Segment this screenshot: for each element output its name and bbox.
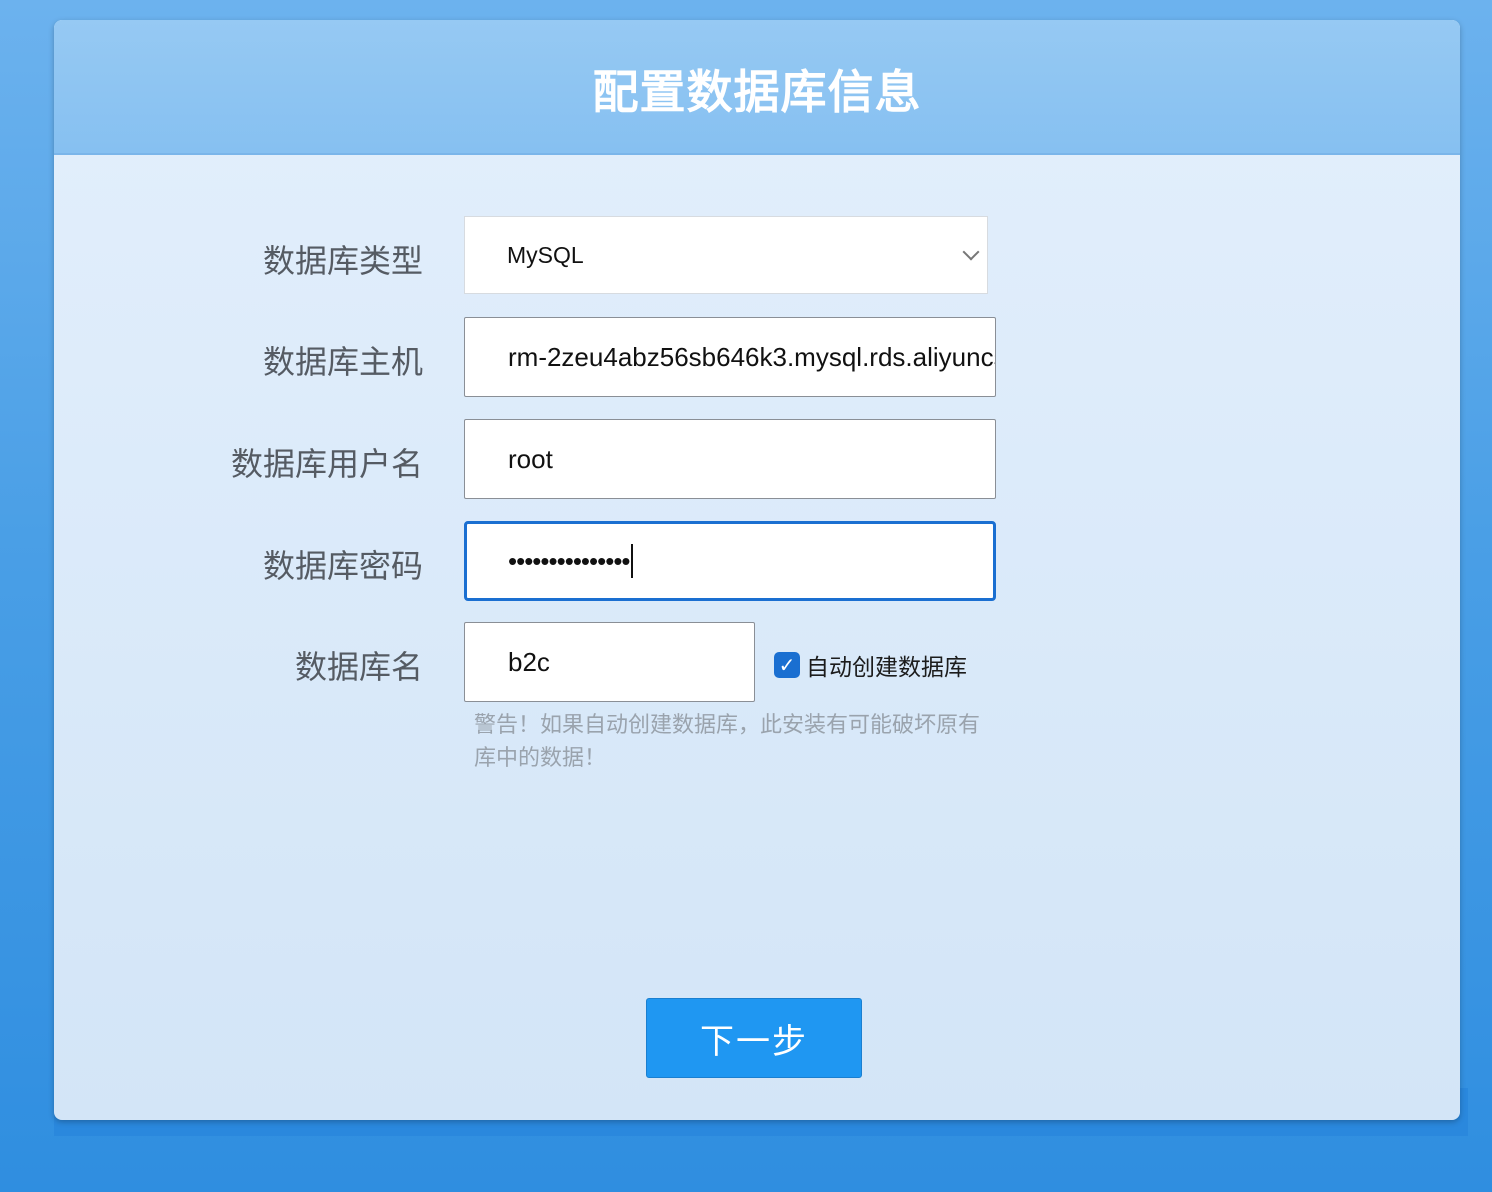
- page-background: { "header": { "title": "配置数据库信息" }, "for…: [0, 0, 1492, 1192]
- chevron-down-icon: [962, 243, 980, 261]
- db-name-value: b2c: [508, 646, 550, 677]
- text-caret: [630, 544, 633, 578]
- db-name-input[interactable]: b2c: [464, 622, 755, 702]
- checkmark-icon: ✓: [778, 653, 796, 677]
- auto-create-checkbox[interactable]: ✓: [774, 652, 800, 678]
- warning-text: 警告！如果自动创建数据库，此安装有可能破坏原有库中的数据！: [474, 713, 981, 771]
- db-name-label: 数据库名: [294, 648, 423, 686]
- auto-create-label[interactable]: 自动创建数据库: [806, 648, 967, 682]
- db-password-value: •••••••••••••••: [508, 545, 631, 576]
- db-type-select[interactable]: MySQL: [464, 216, 988, 294]
- next-step-button[interactable]: 下一步: [646, 998, 862, 1078]
- db-user-value: root: [508, 443, 553, 474]
- db-host-label: 数据库主机: [262, 343, 423, 381]
- db-password-label: 数据库密码: [262, 547, 423, 585]
- page-title: 配置数据库信息: [592, 64, 922, 119]
- db-password-input[interactable]: •••••••••••••••: [464, 521, 996, 601]
- db-user-label: 数据库用户名: [230, 445, 423, 483]
- db-host-input[interactable]: rm-2zeu4abz56sb646k3.mysql.rds.aliyuncs.…: [464, 317, 996, 397]
- db-host-value: rm-2zeu4abz56sb646k3.mysql.rds.aliyuncs.…: [508, 341, 995, 372]
- db-type-value: MySQL: [507, 241, 584, 268]
- db-type-label: 数据库类型: [262, 242, 423, 280]
- auto-create-toggle[interactable]: ✓ 自动创建数据库: [774, 648, 967, 682]
- db-user-input[interactable]: root: [464, 419, 996, 499]
- install-card: 配置数据库信息 数据库类型 MySQL 数据库主机 rm-2zeu4abz56s…: [54, 20, 1460, 1120]
- card-header: 配置数据库信息: [54, 20, 1460, 155]
